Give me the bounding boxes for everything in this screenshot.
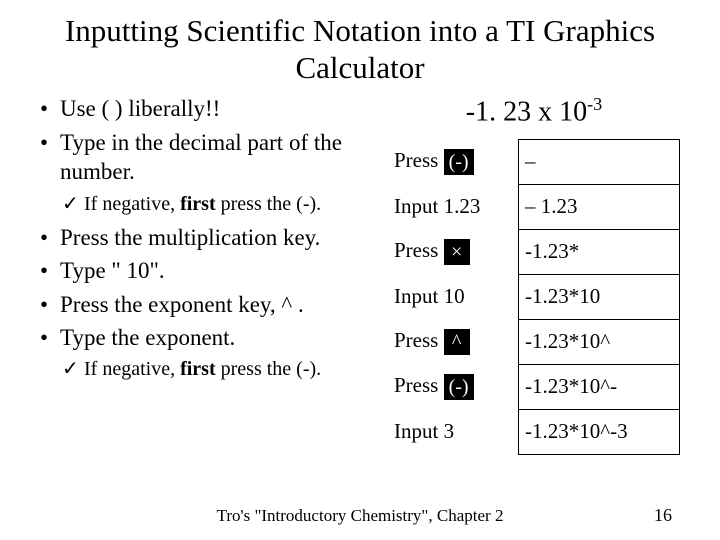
right-column: -1. 23 x 10-3 Press (-) – Input 1.23 – 1… (388, 94, 680, 454)
sub-list: If negative, first press the (-). (62, 191, 380, 217)
display-cell: -1.23*10^- (519, 364, 680, 409)
content-row: Use ( ) liberally!! Type in the decimal … (40, 94, 680, 454)
action-cell: Input 10 (388, 274, 519, 319)
table-row: Input 3 -1.23*10^-3 (388, 409, 680, 454)
table-row: Input 10 -1.23*10 (388, 274, 680, 319)
bullet-item: Type in the decimal part of the number. (40, 128, 380, 187)
sub-item: If negative, first press the (-). (62, 356, 380, 382)
action-cell: Press (-) (388, 139, 519, 184)
action-cell: Input 1.23 (388, 184, 519, 229)
key-neg-icon: (-) (444, 374, 474, 400)
table-row: Input 1.23 – 1.23 (388, 184, 680, 229)
table-row: Press (-) -1.23*10^- (388, 364, 680, 409)
bullet-item: Use ( ) liberally!! (40, 94, 380, 123)
action-cell: Press × (388, 229, 519, 274)
key-multiply-icon: × (444, 239, 470, 265)
sub-item: If negative, first press the (-). (62, 191, 380, 217)
display-cell: – 1.23 (519, 184, 680, 229)
sub-list: If negative, first press the (-). (62, 356, 380, 382)
bullet-list: Press the multiplication key. Type " 10"… (40, 223, 380, 353)
footer-citation: Tro's "Introductory Chemistry", Chapter … (0, 506, 720, 526)
bullet-item: Press the exponent key, ^ . (40, 290, 380, 319)
table-row: Press ^ -1.23*10^ (388, 319, 680, 364)
slide: Inputting Scientific Notation into a TI … (0, 0, 720, 540)
slide-title: Inputting Scientific Notation into a TI … (40, 12, 680, 86)
display-cell: -1.23*10^-3 (519, 409, 680, 454)
key-neg-icon: (-) (444, 149, 474, 175)
key-caret-icon: ^ (444, 329, 470, 355)
action-cell: Input 3 (388, 409, 519, 454)
steps-table: Press (-) – Input 1.23 – 1.23 Press × -1… (388, 139, 680, 455)
table-row: Press × -1.23* (388, 229, 680, 274)
bullet-item: Press the multiplication key. (40, 223, 380, 252)
bullet-item: Type the exponent. (40, 323, 380, 352)
table-row: Press (-) – (388, 139, 680, 184)
display-cell: – (519, 139, 680, 184)
example-value: -1. 23 x 10-3 (388, 94, 680, 128)
bullet-list: Use ( ) liberally!! Type in the decimal … (40, 94, 380, 186)
action-cell: Press (-) (388, 364, 519, 409)
display-cell: -1.23*10^ (519, 319, 680, 364)
bullet-item: Type " 10". (40, 256, 380, 285)
action-cell: Press ^ (388, 319, 519, 364)
display-cell: -1.23* (519, 229, 680, 274)
page-number: 16 (654, 505, 672, 526)
display-cell: -1.23*10 (519, 274, 680, 319)
left-column: Use ( ) liberally!! Type in the decimal … (40, 94, 380, 454)
